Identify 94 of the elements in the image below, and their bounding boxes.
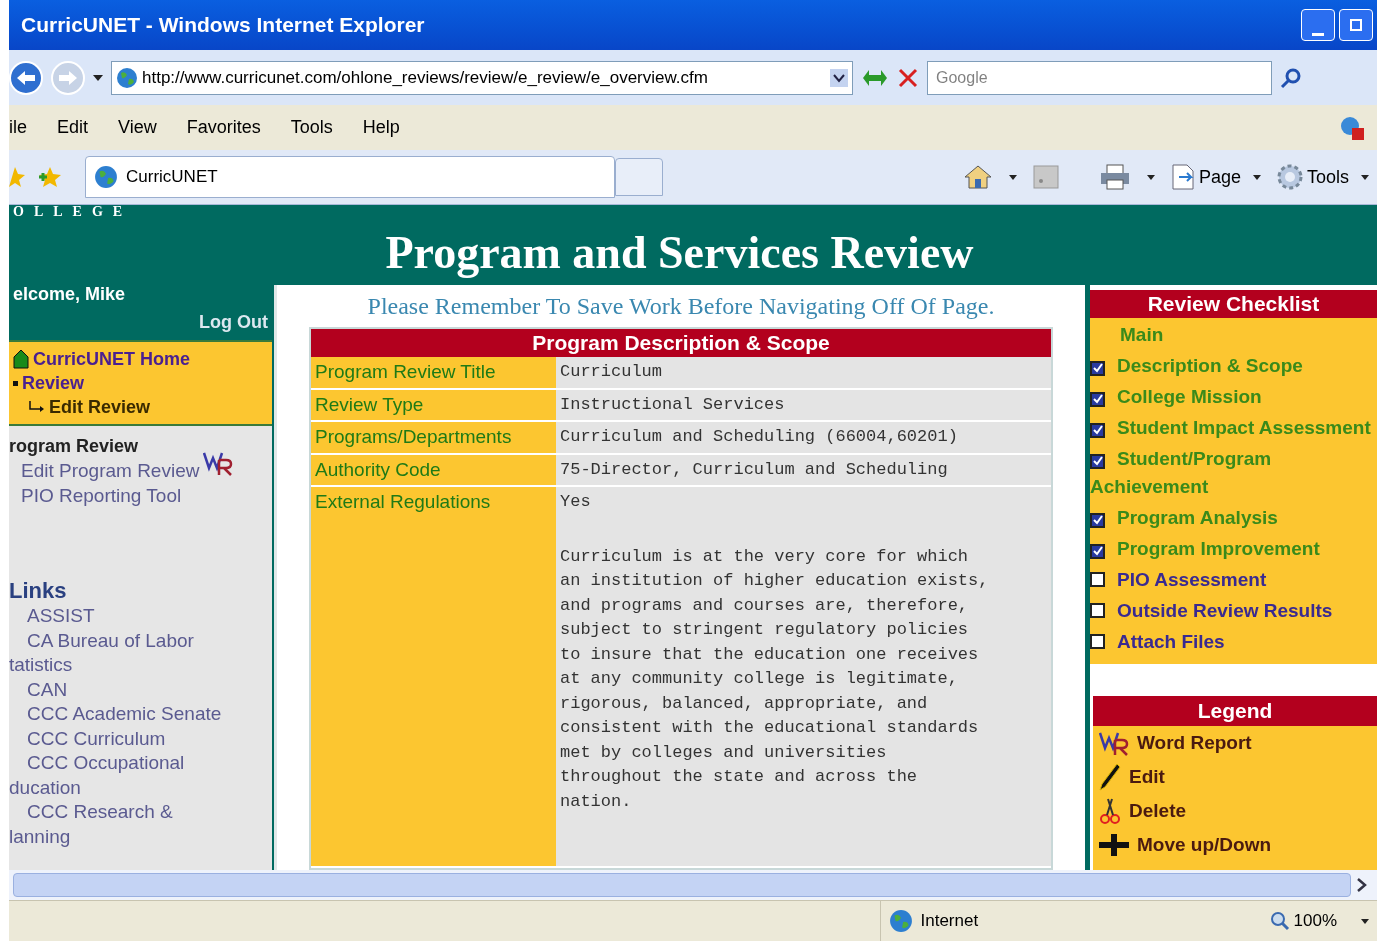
move-arrows-icon <box>1099 834 1129 856</box>
sidebar-link[interactable]: CA Bureau of Labor tatistics <box>9 628 272 678</box>
sidebar-link[interactable]: CCC Curriculum <box>9 726 272 751</box>
stop-icon[interactable] <box>897 66 919 89</box>
menu-item[interactable]: Edit <box>57 114 89 141</box>
window-title: CurricUNET - Windows Internet Explorer <box>21 12 425 39</box>
dropdown-caret-icon[interactable] <box>830 68 848 87</box>
zoom-icon[interactable] <box>1269 911 1290 931</box>
section-heading: rogram Review <box>9 435 140 458</box>
sidebar-link[interactable]: CCC Occupational ducation <box>9 751 272 800</box>
description-text: Curriculum is at the very core for which an institution of higher education exists, and programs and courses are, therefore, subject to stringent regulatory policies to insure that the education one receives at any community college is legitimate, rigorous, balanced, appropriate, and consistent with the educational standards met by colleges and universities throughout the state and across the nation. <box>560 545 990 813</box>
command-button[interactable]: Page <box>1170 163 1261 191</box>
zoom-text[interactable]: 100% <box>1293 908 1337 934</box>
value-text: Instructional Services <box>560 393 786 416</box>
menu-item[interactable]: View <box>118 114 157 141</box>
menu-item[interactable]: Tools <box>290 114 333 141</box>
checkbox[interactable] <box>1090 453 1105 469</box>
checkbox[interactable] <box>1090 422 1105 438</box>
value-text: 75-Director, Curriculum and Scheduling <box>560 458 949 481</box>
checkbox[interactable] <box>1090 391 1105 407</box>
checkbox[interactable] <box>1090 634 1105 649</box>
globe-icon <box>888 909 913 933</box>
home-icon <box>13 349 29 369</box>
checkbox[interactable] <box>1090 512 1105 528</box>
globe-icon <box>94 165 118 189</box>
printer-icon[interactable] <box>1098 164 1131 190</box>
nav-link[interactable]: Edit Review <box>13 395 272 419</box>
home-icon[interactable] <box>962 164 993 190</box>
dropdown-caret-icon[interactable] <box>1008 174 1017 180</box>
checkbox[interactable] <box>1090 360 1105 376</box>
value-text: Yes <box>560 491 592 513</box>
sidebar-link[interactable]: CCC Research & lanning <box>9 800 272 849</box>
gear-icon <box>1276 164 1303 190</box>
add-favorite-icon[interactable] <box>37 165 63 189</box>
sidebar-link[interactable]: ASSIST <box>9 604 272 629</box>
page-icon <box>1170 164 1195 190</box>
legend-label: Delete <box>1129 798 1187 823</box>
menu-item[interactable]: ile <box>9 114 27 141</box>
browser-tab[interactable]: CurricUNET <box>85 156 615 198</box>
sidebar-link[interactable]: PIO Reporting Tool <box>21 483 182 508</box>
search-icon[interactable] <box>1280 66 1302 89</box>
dropdown-caret-icon[interactable] <box>1361 918 1369 924</box>
command-button[interactable]: Tools <box>1276 163 1369 191</box>
windows-logo-icon <box>1339 114 1365 141</box>
legend-label: Edit <box>1129 764 1165 789</box>
word-report-icon <box>203 450 234 476</box>
sidebar-link[interactable]: CAN <box>9 677 272 702</box>
legend-label: Word Report <box>1137 730 1252 755</box>
page-title: Program and Services Review <box>385 227 974 279</box>
address-field[interactable]: http://www.curricunet.com/ohlone_reviews/review/e_review/e_overview.cfm <box>111 60 853 95</box>
welcome-text: elcome, Mike <box>13 283 126 305</box>
search-field[interactable]: Google <box>927 60 1272 95</box>
scrollbar-thumb[interactable] <box>13 873 1351 897</box>
minimize-button[interactable] <box>1301 9 1335 41</box>
value-text: Curriculum and Scheduling (66004,60201) <box>560 426 959 448</box>
horizontal-scrollbar[interactable] <box>9 870 1377 900</box>
links-heading: Links <box>9 578 68 604</box>
dropdown-caret-icon <box>1361 174 1369 180</box>
dropdown-caret-icon[interactable] <box>1146 174 1155 180</box>
college-text: OLLEGE <box>13 205 133 219</box>
checkbox[interactable] <box>1090 543 1105 559</box>
checkbox[interactable] <box>1090 572 1105 587</box>
back-button[interactable] <box>9 60 43 95</box>
checklist-item[interactable]: PIO Assessment <box>1090 566 1377 594</box>
dropdown-caret-icon <box>1252 174 1261 180</box>
bullet-icon <box>13 380 18 386</box>
panel-heading: Review Checklist <box>1090 290 1377 318</box>
forward-arrow-icon <box>59 70 77 85</box>
checklist-item[interactable]: Attach Files <box>1090 628 1377 656</box>
panel-heading: Legend <box>1093 696 1377 726</box>
value-text: Curriculum <box>560 361 664 383</box>
sidebar-link[interactable]: Edit Program Review <box>21 458 200 483</box>
checklist-item[interactable]: Outside Review Results <box>1090 597 1377 625</box>
branch-arrow-icon <box>29 401 45 413</box>
table-heading: Program Description & Scope <box>311 329 1051 357</box>
pencil-icon <box>1099 763 1121 791</box>
notice-text: Please Remember To Save Work Before Navigating Off Of Page. <box>367 292 995 321</box>
dropdown-caret-icon[interactable] <box>93 74 103 81</box>
log-out-link[interactable]: Log Out <box>199 311 268 333</box>
zone-text: Internet <box>920 910 979 933</box>
nav-link[interactable]: Review <box>13 371 272 395</box>
nav-link[interactable]: CurricUNET Home <box>13 347 272 371</box>
restore-button[interactable] <box>1339 9 1373 41</box>
globe-icon <box>116 66 138 89</box>
menu-item[interactable]: Help <box>362 114 400 141</box>
word-report-icon <box>1099 730 1129 756</box>
sidebar-link[interactable]: CCC Academic Senate <box>9 702 272 727</box>
checkbox[interactable] <box>1090 603 1105 618</box>
scissors-icon <box>1099 797 1121 825</box>
back-arrow-icon <box>17 70 35 85</box>
menu-item[interactable]: Favorites <box>186 114 261 141</box>
url-text: http://www.curricunet.com/ohlone_reviews/review/e_review/e_overview.cfm <box>142 66 708 89</box>
legend-label: Move up/Down <box>1137 832 1272 857</box>
star-icon[interactable] <box>9 165 25 189</box>
